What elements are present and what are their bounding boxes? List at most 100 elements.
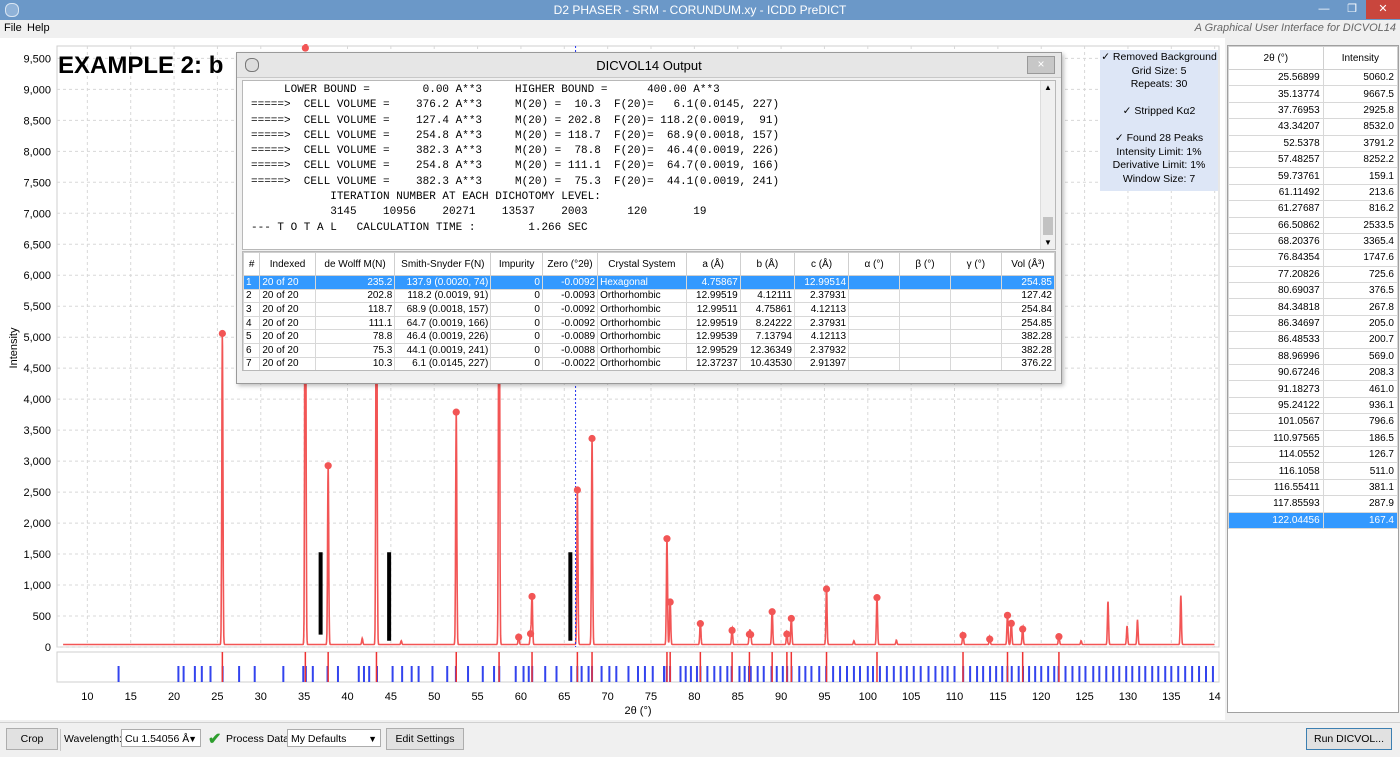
- peak-row[interactable]: 76.84354 1747.6: [1228, 249, 1399, 267]
- peak-row[interactable]: 86.34697 205.0: [1228, 314, 1399, 333]
- peak-2theta-cell[interactable]: 88.96996: [1228, 347, 1324, 366]
- results-cell[interactable]: Orthorhombic: [597, 288, 687, 304]
- results-cell[interactable]: 12.99514: [793, 275, 850, 290]
- results-cell[interactable]: 20 of 20: [259, 329, 316, 344]
- results-cell[interactable]: -0.0092: [541, 315, 599, 331]
- results-cell[interactable]: -0.0022: [541, 356, 599, 370]
- peak-2theta-cell[interactable]: 122.04456: [1228, 511, 1324, 529]
- peak-2theta-cell[interactable]: 110.97565: [1228, 429, 1324, 447]
- peak-row[interactable]: 116.1058 511.0: [1228, 462, 1399, 480]
- scroll-thumb[interactable]: [1043, 217, 1053, 235]
- results-cell[interactable]: 20 of 20: [259, 315, 316, 331]
- results-column-header[interactable]: γ (°): [949, 252, 1002, 276]
- results-cell[interactable]: [848, 356, 900, 370]
- results-cell[interactable]: -0.0088: [541, 342, 599, 358]
- peak-row[interactable]: 95.24122 936.1: [1228, 396, 1399, 415]
- results-cell[interactable]: 10.3: [314, 356, 396, 370]
- peak-2theta-cell[interactable]: 101.0567: [1228, 413, 1324, 431]
- process-data-select[interactable]: My Defaults ▼: [287, 729, 381, 747]
- results-cell[interactable]: 7: [243, 356, 261, 370]
- results-cell[interactable]: -0.0089: [541, 329, 599, 344]
- results-cell[interactable]: [899, 329, 951, 344]
- menu-help[interactable]: Help: [27, 22, 50, 34]
- results-cell[interactable]: [848, 275, 900, 290]
- results-cell[interactable]: 2.37932: [793, 342, 850, 358]
- minimize-button[interactable]: —: [1310, 0, 1338, 19]
- peak-row[interactable]: 90.67246 208.3: [1228, 364, 1399, 382]
- results-cell[interactable]: [739, 275, 795, 290]
- peak-2theta-cell[interactable]: 116.1058: [1228, 462, 1324, 480]
- results-cell[interactable]: Orthorhombic: [597, 329, 687, 344]
- peak-intensity-cell[interactable]: 816.2: [1322, 200, 1399, 218]
- results-column-header[interactable]: Impurity: [490, 252, 543, 276]
- peak-intensity-cell[interactable]: 9667.5: [1322, 85, 1399, 103]
- results-cell[interactable]: -0.0092: [541, 302, 599, 317]
- results-cell[interactable]: Orthorhombic: [597, 315, 687, 331]
- peak-2theta-cell[interactable]: 95.24122: [1228, 396, 1324, 415]
- results-cell[interactable]: 12.99519: [685, 288, 741, 304]
- peak-row[interactable]: 66.50862 2533.5: [1228, 216, 1399, 234]
- peak-2theta-cell[interactable]: 61.27687: [1228, 200, 1324, 218]
- results-cell[interactable]: 1: [243, 275, 261, 290]
- results-cell[interactable]: [899, 275, 951, 290]
- peak-row[interactable]: 86.48533 200.7: [1228, 331, 1399, 349]
- peak-row[interactable]: 77.20826 725.6: [1228, 265, 1399, 284]
- results-cell[interactable]: 7.13794: [739, 329, 795, 344]
- peak-2theta-cell[interactable]: 90.67246: [1228, 364, 1324, 382]
- peak-intensity-cell[interactable]: 126.7: [1322, 445, 1399, 464]
- results-cell[interactable]: [899, 288, 951, 304]
- results-cell[interactable]: 4.75867: [685, 275, 741, 290]
- peak-intensity-cell[interactable]: 167.4: [1322, 511, 1399, 529]
- results-row[interactable]: 4 20 of 20 111.1 64.7 (0.0019, 166) 0 -0.0092…: [243, 315, 1055, 331]
- scroll-down-icon[interactable]: ▼: [1044, 238, 1052, 247]
- maximize-button[interactable]: ❐: [1338, 0, 1366, 19]
- results-cell[interactable]: 10.43530: [739, 356, 795, 370]
- results-cell[interactable]: [949, 315, 1002, 331]
- peak-intensity-cell[interactable]: 186.5: [1322, 429, 1399, 447]
- results-cell[interactable]: 20 of 20: [259, 356, 316, 370]
- peak-row[interactable]: 84.34818 267.8: [1228, 298, 1399, 316]
- peak-row[interactable]: 91.18273 461.0: [1228, 380, 1399, 398]
- peak-row[interactable]: 52.5378 3791.2: [1228, 134, 1399, 152]
- results-cell[interactable]: [899, 342, 951, 358]
- results-column-header[interactable]: Crystal System: [597, 252, 687, 276]
- peak-list-panel[interactable]: 2θ (°) Intensity 25.56899 5060.2 35.13774 9…: [1227, 45, 1399, 713]
- results-cell[interactable]: 12.99539: [685, 329, 741, 344]
- peak-intensity-cell[interactable]: 1747.6: [1322, 249, 1399, 267]
- peak-intensity-cell[interactable]: 3365.4: [1322, 232, 1399, 251]
- results-cell[interactable]: 2: [243, 288, 261, 304]
- results-cell[interactable]: 12.99511: [685, 302, 741, 317]
- peak-row[interactable]: 88.96996 569.0: [1228, 347, 1399, 366]
- results-cell[interactable]: -0.0092: [541, 275, 599, 290]
- results-cell[interactable]: 68.9 (0.0018, 157): [394, 302, 492, 317]
- results-cell[interactable]: 382.28: [1000, 329, 1055, 344]
- peak-row[interactable]: 68.20376 3365.4: [1228, 232, 1399, 251]
- results-cell[interactable]: Orthorhombic: [597, 356, 687, 370]
- results-cell[interactable]: 376.22: [1000, 356, 1055, 370]
- results-cell[interactable]: 2.37931: [793, 315, 850, 331]
- results-table[interactable]: # Indexed de Wolff M(N) Smith-Snyder F(N) Im…: [243, 252, 1055, 370]
- peak-row[interactable]: 114.0552 126.7: [1228, 445, 1399, 464]
- peak-2theta-cell[interactable]: 59.73761: [1228, 167, 1324, 185]
- peak-row[interactable]: 122.04456 167.4: [1228, 511, 1399, 529]
- results-cell[interactable]: [848, 329, 900, 344]
- results-cell[interactable]: [949, 329, 1002, 344]
- peak-intensity-cell[interactable]: 3791.2: [1322, 134, 1399, 152]
- results-cell[interactable]: [899, 302, 951, 317]
- console-scrollbar[interactable]: ▲ ▼: [1040, 81, 1055, 249]
- results-cell[interactable]: [899, 356, 951, 370]
- results-column-header[interactable]: Smith-Snyder F(N): [394, 252, 492, 276]
- peak-intensity-cell[interactable]: 796.6: [1322, 413, 1399, 431]
- results-cell[interactable]: 3: [243, 302, 261, 317]
- peak-intensity-cell[interactable]: 2533.5: [1322, 216, 1399, 234]
- peak-intensity-cell[interactable]: 2925.8: [1322, 101, 1399, 120]
- results-cell[interactable]: [848, 342, 900, 358]
- peak-row[interactable]: 101.0567 796.6: [1228, 413, 1399, 431]
- results-row[interactable]: 1 20 of 20 235.2 137.9 (0.0020, 74) 0 -0.0092…: [243, 275, 1055, 290]
- results-cell[interactable]: 127.42: [1000, 288, 1055, 304]
- results-cell[interactable]: 137.9 (0.0020, 74): [394, 275, 492, 290]
- results-cell[interactable]: 20 of 20: [259, 342, 316, 358]
- peak-intensity-cell[interactable]: 287.9: [1322, 495, 1399, 513]
- results-cell[interactable]: 12.99519: [685, 315, 741, 331]
- results-column-header[interactable]: de Wolff M(N): [314, 252, 396, 276]
